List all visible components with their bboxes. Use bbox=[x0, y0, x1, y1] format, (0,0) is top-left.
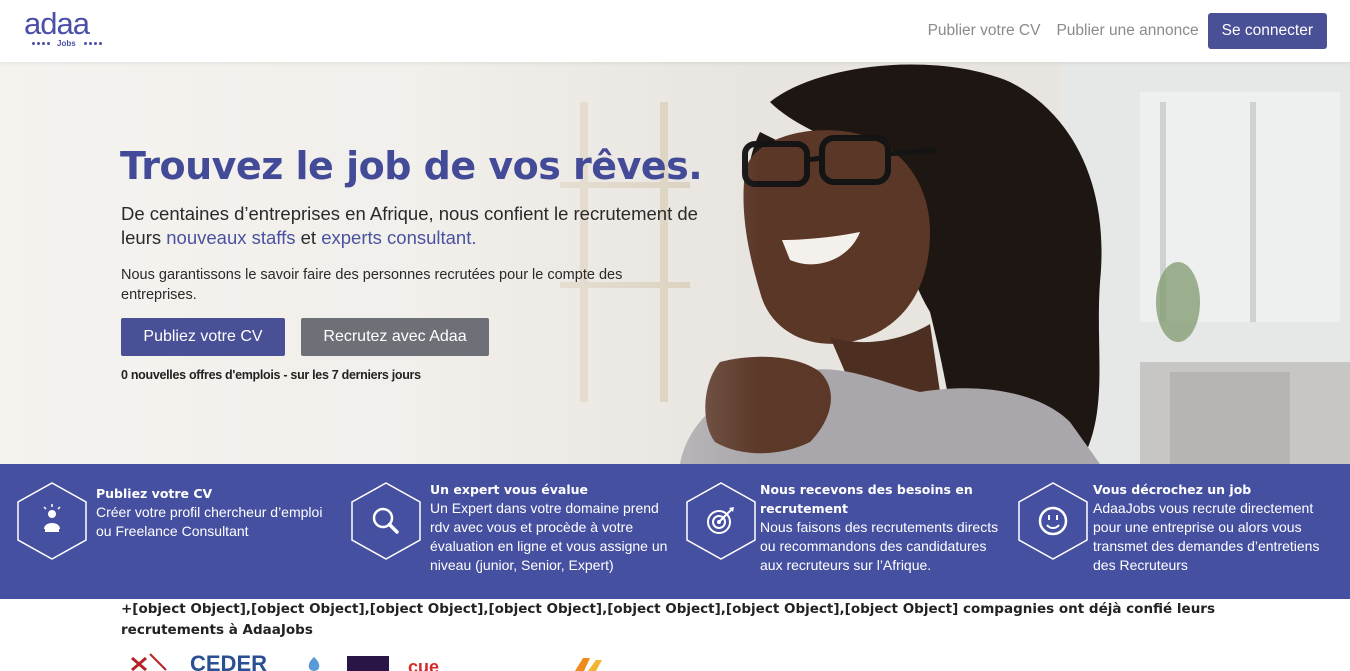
target-icon bbox=[686, 482, 756, 560]
hero-title: Trouvez le job de vos rêves. bbox=[120, 144, 703, 188]
nav-publish-ad[interactable]: Publier une annonce bbox=[1056, 22, 1198, 40]
hero-lead-part2: et bbox=[295, 227, 322, 248]
magnifier-icon bbox=[351, 482, 421, 560]
nav-publish-cv[interactable]: Publier votre CV bbox=[928, 22, 1041, 40]
adaa-jobs-logo[interactable]: adaa Jobs bbox=[24, 6, 114, 52]
partner-logo-3[interactable] bbox=[308, 657, 320, 671]
step-land-job: Vous décrochez un job AdaaJobs vous recr… bbox=[1010, 464, 1350, 599]
step-recruitment-needs: Nous recevons des besoins en recrutement… bbox=[675, 464, 1010, 599]
step-expert-evaluation: Un expert vous évalue Un Expert dans vot… bbox=[340, 464, 675, 599]
partner-logo-ceder[interactable]: CEDER bbox=[190, 651, 267, 671]
partner-logo-6[interactable] bbox=[575, 658, 602, 671]
logo-subtitle: Jobs bbox=[57, 39, 76, 48]
presenter-icon bbox=[17, 482, 87, 560]
partner-logo-4[interactable] bbox=[347, 656, 389, 671]
step-title: Vous décrochez un job bbox=[1093, 482, 1252, 497]
logo-text-cue: cue bbox=[408, 657, 439, 671]
hero-subtext: Nous garantissons le savoir faire des pe… bbox=[121, 267, 623, 303]
main-nav: Publier votre CV Publier une annonce Se … bbox=[912, 13, 1327, 49]
logo-wordmark: adaa bbox=[24, 6, 90, 41]
step-text: Un Expert dans votre domaine prend rdv a… bbox=[430, 500, 668, 573]
hero-section: Trouvez le job de vos rêves. De centaine… bbox=[0, 62, 1350, 464]
step-title: Nous recevons des besoins en recrutement bbox=[760, 482, 973, 516]
partner-logos-strip: CEDER cue bbox=[0, 650, 1350, 671]
step-publish-cv: Publiez votre CV Créer votre profil cher… bbox=[0, 464, 340, 599]
partner-logo-cue[interactable]: cue bbox=[408, 657, 439, 671]
recruit-with-adaa-button[interactable]: Recrutez avec Adaa bbox=[301, 318, 489, 356]
step-title: Un expert vous évalue bbox=[430, 482, 589, 497]
link-new-staff[interactable]: nouveaux staffs bbox=[166, 227, 295, 248]
partner-logos: CEDER cue bbox=[131, 651, 602, 671]
step-text: Créer votre profil chercheur d’emploi ou… bbox=[96, 504, 323, 539]
hero-fade-overlay bbox=[0, 62, 760, 464]
login-button[interactable]: Se connecter bbox=[1207, 13, 1327, 49]
link-expert-consultants[interactable]: experts consultant. bbox=[321, 227, 476, 248]
step-title: Publiez votre CV bbox=[96, 486, 213, 501]
companies-trust-text: +[object Object],[object Object],[object… bbox=[121, 601, 1216, 638]
steps-band: Publiez votre CV Créer votre profil cher… bbox=[0, 464, 1350, 599]
partner-logo-1[interactable] bbox=[131, 653, 167, 671]
step-text: AdaaJobs vous recrute directement pour u… bbox=[1093, 500, 1320, 573]
new-offers-count: 0 nouvelles offres d'emplois - sur les 7… bbox=[121, 368, 421, 382]
publish-cv-button[interactable]: Publiez votre CV bbox=[121, 318, 285, 356]
logo-text-ceder: CEDER bbox=[190, 651, 267, 671]
step-text: Nous faisons des recrutements directs ou… bbox=[760, 519, 999, 573]
hero-lead-text: De centaines d’entreprises en Afrique, n… bbox=[121, 202, 721, 250]
top-navbar: adaa Jobs Publier votre CV Publier une a… bbox=[0, 0, 1350, 62]
smiley-icon bbox=[1018, 482, 1088, 560]
